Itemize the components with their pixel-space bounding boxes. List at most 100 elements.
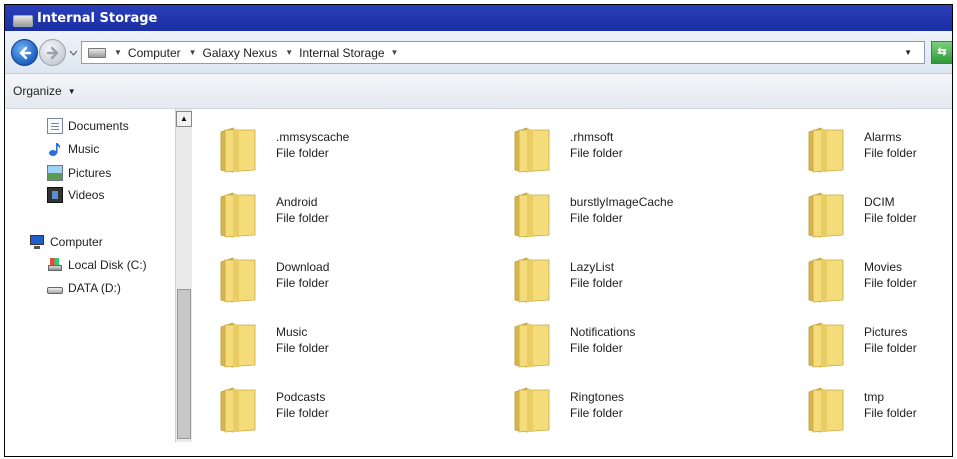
breadcrumb-computer[interactable]: ▼ Computer (114, 46, 181, 60)
folder-type: File folder (864, 211, 917, 225)
folder-name: Pictures (864, 325, 908, 339)
refresh-button[interactable]: ⇆ (931, 41, 952, 64)
forward-button[interactable] (39, 39, 66, 66)
back-button[interactable] (11, 39, 38, 66)
folder-type: File folder (864, 341, 917, 355)
breadcrumb-galaxy-nexus[interactable]: ▼ Galaxy Nexus (189, 46, 278, 60)
folder-item[interactable]: Podcasts File folder (219, 382, 439, 438)
folder-type: File folder (276, 211, 329, 225)
folder-item[interactable]: Ringtones File folder (513, 382, 733, 438)
folder-name: LazyList (570, 260, 615, 274)
videos-icon (47, 187, 63, 203)
folder-icon (220, 257, 256, 303)
navigation-pane: Documents Music Pictures Videos Computer (5, 109, 175, 456)
folder-name: tmp (864, 390, 885, 404)
pictures-icon (47, 165, 63, 181)
folder-name: .rhmsoft (570, 130, 614, 144)
folder-type: File folder (276, 341, 329, 355)
recent-pages-chevron-icon[interactable] (69, 49, 78, 58)
title-bar[interactable]: Internal Storage (5, 5, 952, 31)
folder-item[interactable]: tmp File folder (807, 382, 952, 438)
folder-icon (808, 127, 844, 173)
organize-button[interactable]: Organize ▼ (13, 84, 76, 98)
folder-item[interactable]: .mmsyscache File folder (219, 122, 439, 178)
folder-item[interactable]: Android File folder (219, 187, 439, 243)
arrow-left-icon (19, 46, 32, 60)
folder-icon (808, 192, 844, 238)
breadcrumb-arrow-icon[interactable]: ▼ (285, 48, 293, 57)
breadcrumb-arrow-icon[interactable]: ▼ (189, 48, 197, 57)
folder-icon (514, 322, 550, 368)
computer-icon (29, 234, 45, 250)
folder-name: Podcasts (276, 390, 326, 404)
sidebar-item-data-drive[interactable]: DATA (D:) (47, 279, 121, 297)
folder-item[interactable]: burstlyImageCache File folder (513, 187, 733, 243)
folder-item[interactable]: Notifications File folder (513, 317, 733, 373)
folder-item[interactable]: Download File folder (219, 252, 439, 308)
folder-icon (220, 127, 256, 173)
navigation-scrollbar[interactable]: ▲ (175, 109, 193, 442)
folder-icon (514, 387, 550, 433)
folder-icon (514, 127, 550, 173)
folder-type: File folder (570, 211, 623, 225)
sidebar-item-local-disk[interactable]: Local Disk (C:) (47, 256, 147, 274)
folder-name: Download (276, 260, 330, 274)
window-title: Internal Storage (37, 10, 158, 26)
sidebar-item-computer[interactable]: Computer (29, 233, 103, 251)
folder-type: File folder (570, 406, 623, 420)
address-history-dropdown-icon[interactable]: ▼ (904, 48, 912, 57)
drive-icon (47, 280, 63, 296)
folder-item[interactable]: Pictures File folder (807, 317, 952, 373)
folder-icon (220, 192, 256, 238)
breadcrumb-arrow-icon[interactable]: ▼ (391, 48, 399, 57)
drive-icon (13, 15, 33, 27)
sidebar-item-music[interactable]: Music (47, 140, 99, 158)
folder-name: burstlyImageCache (570, 195, 674, 209)
folder-icon (808, 257, 844, 303)
folder-name: Alarms (864, 130, 902, 144)
address-bar[interactable]: ▼ Computer ▼ Galaxy Nexus ▼ Internal Sto… (81, 41, 925, 64)
folder-icon (808, 387, 844, 433)
folder-name: Ringtones (570, 390, 625, 404)
file-list: .mmsyscache File folder .rhmsoft File folde… (192, 109, 952, 456)
folder-type: File folder (570, 276, 623, 290)
drive-icon (88, 47, 106, 58)
scroll-up-button[interactable]: ▲ (176, 111, 192, 127)
folder-name: .mmsyscache (276, 130, 350, 144)
documents-icon (47, 118, 63, 134)
folder-item[interactable]: .rhmsoft File folder (513, 122, 733, 178)
folder-type: File folder (570, 146, 623, 160)
folder-icon (220, 322, 256, 368)
sidebar-item-pictures[interactable]: Pictures (47, 164, 111, 182)
folder-name: Music (276, 325, 308, 339)
folder-type: File folder (276, 146, 329, 160)
sidebar-item-videos[interactable]: Videos (47, 186, 104, 204)
breadcrumb-arrow-icon[interactable]: ▼ (114, 48, 122, 57)
folder-icon (514, 257, 550, 303)
arrow-right-icon (46, 46, 59, 60)
folder-type: File folder (864, 276, 917, 290)
folder-name: Notifications (570, 325, 636, 339)
folder-icon (220, 387, 256, 433)
folder-icon (514, 192, 550, 238)
folder-item[interactable]: Music File folder (219, 317, 439, 373)
folder-type: File folder (276, 276, 329, 290)
folder-name: DCIM (864, 195, 895, 209)
folder-item[interactable]: LazyList File folder (513, 252, 733, 308)
folder-type: File folder (864, 406, 917, 420)
music-note-icon (47, 141, 63, 157)
folder-name: Movies (864, 260, 903, 274)
command-bar: Organize ▼ (5, 74, 952, 109)
folder-item[interactable]: DCIM File folder (807, 187, 952, 243)
local-disk-icon (47, 257, 63, 273)
breadcrumb-internal-storage[interactable]: ▼ Internal Storage ▼ (285, 46, 404, 60)
sidebar-item-documents[interactable]: Documents (47, 117, 129, 135)
folder-icon (808, 322, 844, 368)
explorer-window: Internal Storage ▼ Computer ▼ Galaxy Nex… (4, 4, 953, 457)
chevron-down-icon[interactable]: ▼ (68, 87, 76, 96)
folder-item[interactable]: Movies File folder (807, 252, 952, 308)
address-row: ▼ Computer ▼ Galaxy Nexus ▼ Internal Sto… (5, 31, 952, 74)
scrollbar-thumb[interactable] (177, 289, 191, 439)
folder-item[interactable]: Alarms File folder (807, 122, 952, 178)
folder-type: File folder (570, 341, 623, 355)
